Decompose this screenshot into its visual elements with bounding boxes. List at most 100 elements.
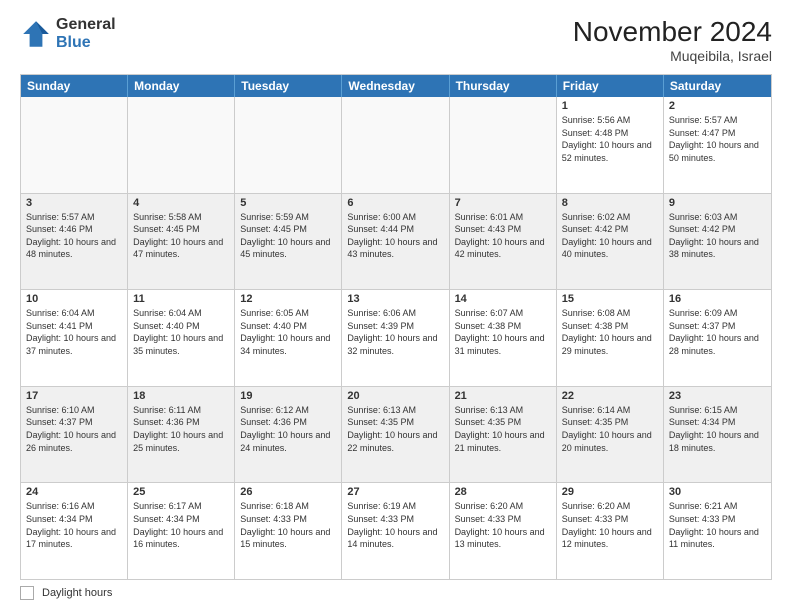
- logo-blue: Blue: [56, 34, 116, 52]
- day-info: Sunrise: 6:16 AM Sunset: 4:34 PM Dayligh…: [26, 500, 122, 550]
- calendar-cell: 13 Sunrise: 6:06 AM Sunset: 4:39 PM Dayli…: [342, 290, 449, 386]
- page: General Blue November 2024 Muqeibila, Is…: [0, 0, 792, 612]
- day-number: 20: [347, 390, 443, 402]
- calendar-cell: 17Sunrise: 6:10 AM Sunset: 4:37 PM Dayli…: [21, 387, 128, 483]
- day-number: 5: [240, 197, 336, 209]
- day-of-week-header: Friday: [557, 75, 664, 97]
- calendar-cell: [21, 97, 128, 193]
- calendar-cell: 7Sunrise: 6:01 AM Sunset: 4:43 PM Daylig…: [450, 194, 557, 290]
- calendar-cell: 22 Sunrise: 6:14 AM Sunset: 4:35 PM Dayli…: [557, 387, 664, 483]
- header: General Blue November 2024 Muqeibila, Is…: [20, 16, 772, 64]
- day-number: 28: [455, 486, 551, 498]
- legend-box: [20, 586, 34, 600]
- calendar-row: 24 Sunrise: 6:16 AM Sunset: 4:34 PM Dayli…: [21, 482, 771, 579]
- calendar-cell: 8 Sunrise: 6:02 AM Sunset: 4:42 PM Daylig…: [557, 194, 664, 290]
- day-number: 23: [669, 390, 766, 402]
- day-number: 8: [562, 197, 658, 209]
- day-number: 7: [455, 197, 551, 209]
- calendar-cell: 16 Sunrise: 6:09 AM Sunset: 4:37 PM Dayli…: [664, 290, 771, 386]
- day-number: 29: [562, 486, 658, 498]
- calendar-cell: 27Sunrise: 6:19 AM Sunset: 4:33 PM Dayli…: [342, 483, 449, 579]
- logo-general: General: [56, 16, 116, 34]
- day-info: Sunrise: 6:15 AM Sunset: 4:34 PM Dayligh…: [669, 404, 766, 454]
- calendar-cell: 4Sunrise: 5:58 AM Sunset: 4:45 PM Daylig…: [128, 194, 235, 290]
- day-number: 1: [562, 100, 658, 112]
- logo-text: General Blue: [56, 16, 116, 51]
- day-number: 13: [347, 293, 443, 305]
- day-of-week-header: Tuesday: [235, 75, 342, 97]
- day-number: 9: [669, 197, 766, 209]
- calendar-cell: 3Sunrise: 5:57 AM Sunset: 4:46 PM Daylig…: [21, 194, 128, 290]
- day-info: Sunrise: 6:05 AM Sunset: 4:40 PM Dayligh…: [240, 307, 336, 357]
- day-info: Sunrise: 5:57 AM Sunset: 4:47 PM Dayligh…: [669, 114, 766, 164]
- day-info: Sunrise: 6:09 AM Sunset: 4:37 PM Dayligh…: [669, 307, 766, 357]
- calendar-cell: 12 Sunrise: 6:05 AM Sunset: 4:40 PM Dayli…: [235, 290, 342, 386]
- day-info: Sunrise: 6:07 AM Sunset: 4:38 PM Dayligh…: [455, 307, 551, 357]
- day-info: Sunrise: 6:20 AM Sunset: 4:33 PM Dayligh…: [455, 500, 551, 550]
- day-info: Sunrise: 5:57 AM Sunset: 4:46 PM Dayligh…: [26, 211, 122, 261]
- day-info: Sunrise: 6:04 AM Sunset: 4:40 PM Dayligh…: [133, 307, 229, 357]
- day-number: 25: [133, 486, 229, 498]
- day-info: Sunrise: 6:00 AM Sunset: 4:44 PM Dayligh…: [347, 211, 443, 261]
- day-number: 19: [240, 390, 336, 402]
- calendar-row: 3Sunrise: 5:57 AM Sunset: 4:46 PM Daylig…: [21, 193, 771, 290]
- calendar-cell: [235, 97, 342, 193]
- day-of-week-header: Saturday: [664, 75, 771, 97]
- calendar-cell: 18Sunrise: 6:11 AM Sunset: 4:36 PM Dayli…: [128, 387, 235, 483]
- day-info: Sunrise: 6:03 AM Sunset: 4:42 PM Dayligh…: [669, 211, 766, 261]
- day-info: Sunrise: 6:20 AM Sunset: 4:33 PM Dayligh…: [562, 500, 658, 550]
- month-title: November 2024: [573, 16, 772, 48]
- day-number: 21: [455, 390, 551, 402]
- calendar-cell: 25 Sunrise: 6:17 AM Sunset: 4:34 PM Dayli…: [128, 483, 235, 579]
- day-info: Sunrise: 5:59 AM Sunset: 4:45 PM Dayligh…: [240, 211, 336, 261]
- day-number: 22: [562, 390, 658, 402]
- calendar-cell: 14Sunrise: 6:07 AM Sunset: 4:38 PM Dayli…: [450, 290, 557, 386]
- calendar-cell: 19 Sunrise: 6:12 AM Sunset: 4:36 PM Dayli…: [235, 387, 342, 483]
- day-number: 15: [562, 293, 658, 305]
- calendar-cell: 9 Sunrise: 6:03 AM Sunset: 4:42 PM Daylig…: [664, 194, 771, 290]
- calendar-cell: [450, 97, 557, 193]
- calendar-header: SundayMondayTuesdayWednesdayThursdayFrid…: [21, 75, 771, 97]
- day-info: Sunrise: 6:18 AM Sunset: 4:33 PM Dayligh…: [240, 500, 336, 550]
- calendar-cell: 24 Sunrise: 6:16 AM Sunset: 4:34 PM Dayli…: [21, 483, 128, 579]
- calendar-cell: [342, 97, 449, 193]
- title-block: November 2024 Muqeibila, Israel: [573, 16, 772, 64]
- day-number: 16: [669, 293, 766, 305]
- calendar-row: 1 Sunrise: 5:56 AM Sunset: 4:48 PM Daylig…: [21, 97, 771, 193]
- day-number: 11: [133, 293, 229, 305]
- day-number: 30: [669, 486, 766, 498]
- logo-icon: [20, 18, 52, 50]
- calendar-cell: 29 Sunrise: 6:20 AM Sunset: 4:33 PM Dayli…: [557, 483, 664, 579]
- calendar: SundayMondayTuesdayWednesdayThursdayFrid…: [20, 74, 772, 580]
- day-number: 18: [133, 390, 229, 402]
- calendar-cell: 28 Sunrise: 6:20 AM Sunset: 4:33 PM Dayli…: [450, 483, 557, 579]
- day-of-week-header: Monday: [128, 75, 235, 97]
- calendar-cell: 20Sunrise: 6:13 AM Sunset: 4:35 PM Dayli…: [342, 387, 449, 483]
- legend-label: Daylight hours: [42, 587, 112, 599]
- day-info: Sunrise: 6:06 AM Sunset: 4:39 PM Dayligh…: [347, 307, 443, 357]
- day-info: Sunrise: 6:02 AM Sunset: 4:42 PM Dayligh…: [562, 211, 658, 261]
- day-info: Sunrise: 6:17 AM Sunset: 4:34 PM Dayligh…: [133, 500, 229, 550]
- calendar-body: 1 Sunrise: 5:56 AM Sunset: 4:48 PM Daylig…: [21, 97, 771, 579]
- day-number: 17: [26, 390, 122, 402]
- day-of-week-header: Wednesday: [342, 75, 449, 97]
- day-number: 12: [240, 293, 336, 305]
- calendar-cell: 1 Sunrise: 5:56 AM Sunset: 4:48 PM Daylig…: [557, 97, 664, 193]
- day-number: 24: [26, 486, 122, 498]
- day-of-week-header: Sunday: [21, 75, 128, 97]
- day-info: Sunrise: 6:14 AM Sunset: 4:35 PM Dayligh…: [562, 404, 658, 454]
- calendar-cell: [128, 97, 235, 193]
- day-number: 2: [669, 100, 766, 112]
- calendar-cell: 6Sunrise: 6:00 AM Sunset: 4:44 PM Daylig…: [342, 194, 449, 290]
- day-info: Sunrise: 6:19 AM Sunset: 4:33 PM Dayligh…: [347, 500, 443, 550]
- calendar-cell: 26Sunrise: 6:18 AM Sunset: 4:33 PM Dayli…: [235, 483, 342, 579]
- calendar-cell: 10Sunrise: 6:04 AM Sunset: 4:41 PM Dayli…: [21, 290, 128, 386]
- location-subtitle: Muqeibila, Israel: [573, 48, 772, 64]
- footer: Daylight hours: [20, 586, 772, 600]
- calendar-cell: 30 Sunrise: 6:21 AM Sunset: 4:33 PM Dayli…: [664, 483, 771, 579]
- calendar-row: 17Sunrise: 6:10 AM Sunset: 4:37 PM Dayli…: [21, 386, 771, 483]
- day-info: Sunrise: 6:12 AM Sunset: 4:36 PM Dayligh…: [240, 404, 336, 454]
- day-info: Sunrise: 6:21 AM Sunset: 4:33 PM Dayligh…: [669, 500, 766, 550]
- day-info: Sunrise: 5:56 AM Sunset: 4:48 PM Dayligh…: [562, 114, 658, 164]
- day-info: Sunrise: 5:58 AM Sunset: 4:45 PM Dayligh…: [133, 211, 229, 261]
